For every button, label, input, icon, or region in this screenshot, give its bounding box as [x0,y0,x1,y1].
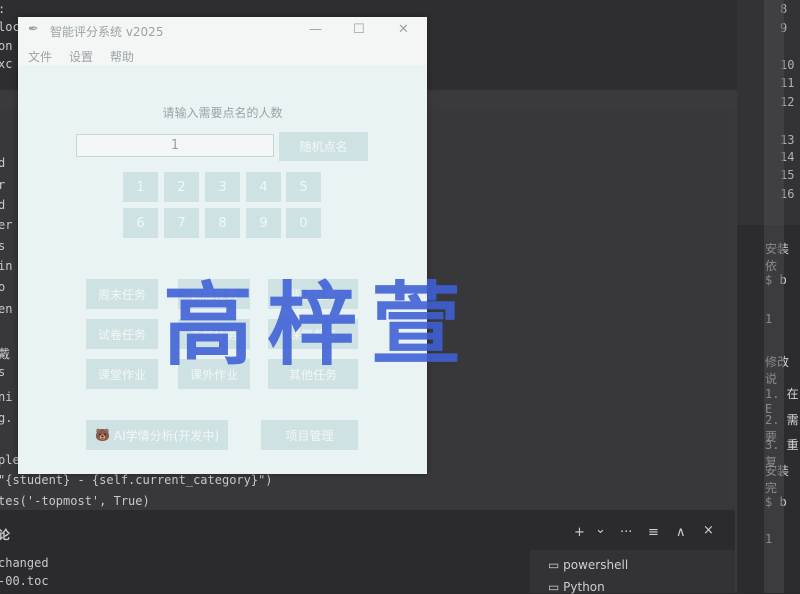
more-icon[interactable]: ··· [620,525,632,540]
add-terminal-icon[interactable]: + [574,525,585,540]
code-line: ple [0,453,20,467]
terminal-line: -00.toc [0,574,49,588]
num-button-6[interactable]: 6 [123,208,158,238]
num-button-7[interactable]: 7 [164,208,199,238]
num-button-8[interactable]: 8 [205,208,240,238]
close-panel-icon[interactable]: × [703,523,714,538]
maximize-panel-icon[interactable]: ∧ [676,525,686,540]
num-button-2[interactable]: 2 [164,172,199,202]
terminal-line: changed [0,556,49,570]
code-line: loc [0,20,20,34]
num-button-4[interactable]: 4 [246,172,281,202]
task-button-exam[interactable]: 试卷任务 [86,319,158,349]
code-line: en [0,302,13,316]
bear-icon: 🐻 [94,428,110,442]
project-management-button[interactable]: 项目管理 [261,420,358,450]
code-line: r [0,178,6,192]
num-button-0[interactable]: 0 [286,208,321,238]
app-window: ✒ 智能评分系统 v2025 — ☐ ✕ 文件 设置 帮助 请输入需要点名的人数… [18,17,427,474]
random-call-button[interactable]: 随机点名 [279,132,368,161]
window-title: 智能评分系统 v2025 [50,25,164,39]
code-line: "{student} - {self.current_category}") [0,473,273,487]
menu-help[interactable]: 帮助 [110,48,134,65]
name-watermark: 高梓萱 [163,273,475,378]
prompt-label: 请输入需要点名的人数 [162,106,283,120]
title-bar: ✒ 智能评分系统 v2025 — ☐ ✕ [18,17,427,45]
terminal-item[interactable]: ▭ powershell [548,558,628,572]
code-line: : [0,2,5,16]
minimize-icon[interactable]: — [309,22,322,37]
terminal-panel-label: 论 [0,528,11,542]
code-line: in [0,259,13,273]
num-button-9[interactable]: 9 [246,208,281,238]
code-line: tes('-topmost', True) [0,494,150,508]
code-line: g. [0,411,13,425]
feather-icon: ✒ [28,22,39,37]
close-icon[interactable]: ✕ [398,22,409,37]
count-input[interactable]: 1 [76,134,274,157]
chevron-down-icon[interactable]: ⌄ [595,522,606,537]
menu-file[interactable]: 文件 [28,48,52,65]
ai-analysis-button[interactable]: 🐻 AI学情分析(开发中) [86,420,228,450]
settings-icon[interactable]: ≡ [648,525,659,540]
code-line: ni [0,390,13,404]
code-line: 戴 [0,347,11,361]
ai-analysis-label: AI学情分析(开发中) [113,428,220,443]
num-button-1[interactable]: 1 [123,172,158,202]
maximize-icon[interactable]: ☐ [353,22,365,37]
code-line: d [0,198,6,212]
terminal-item[interactable]: ▭ Python [548,580,605,594]
code-line: on [0,39,13,53]
num-button-5[interactable]: 5 [286,172,321,202]
task-button-classwork[interactable]: 课堂作业 [86,359,158,389]
task-button-weekend[interactable]: 周末任务 [86,279,158,309]
menu-bar: 文件 设置 帮助 [18,45,427,65]
num-button-3[interactable]: 3 [205,172,240,202]
code-line: o [0,280,6,294]
code-line: s [0,365,6,379]
menu-settings[interactable]: 设置 [69,48,93,65]
code-line: er [0,218,13,232]
editor-scrollbar[interactable] [764,0,784,593]
code-line: s [0,239,6,253]
code-line: xc [0,57,13,71]
code-line: d [0,156,6,170]
